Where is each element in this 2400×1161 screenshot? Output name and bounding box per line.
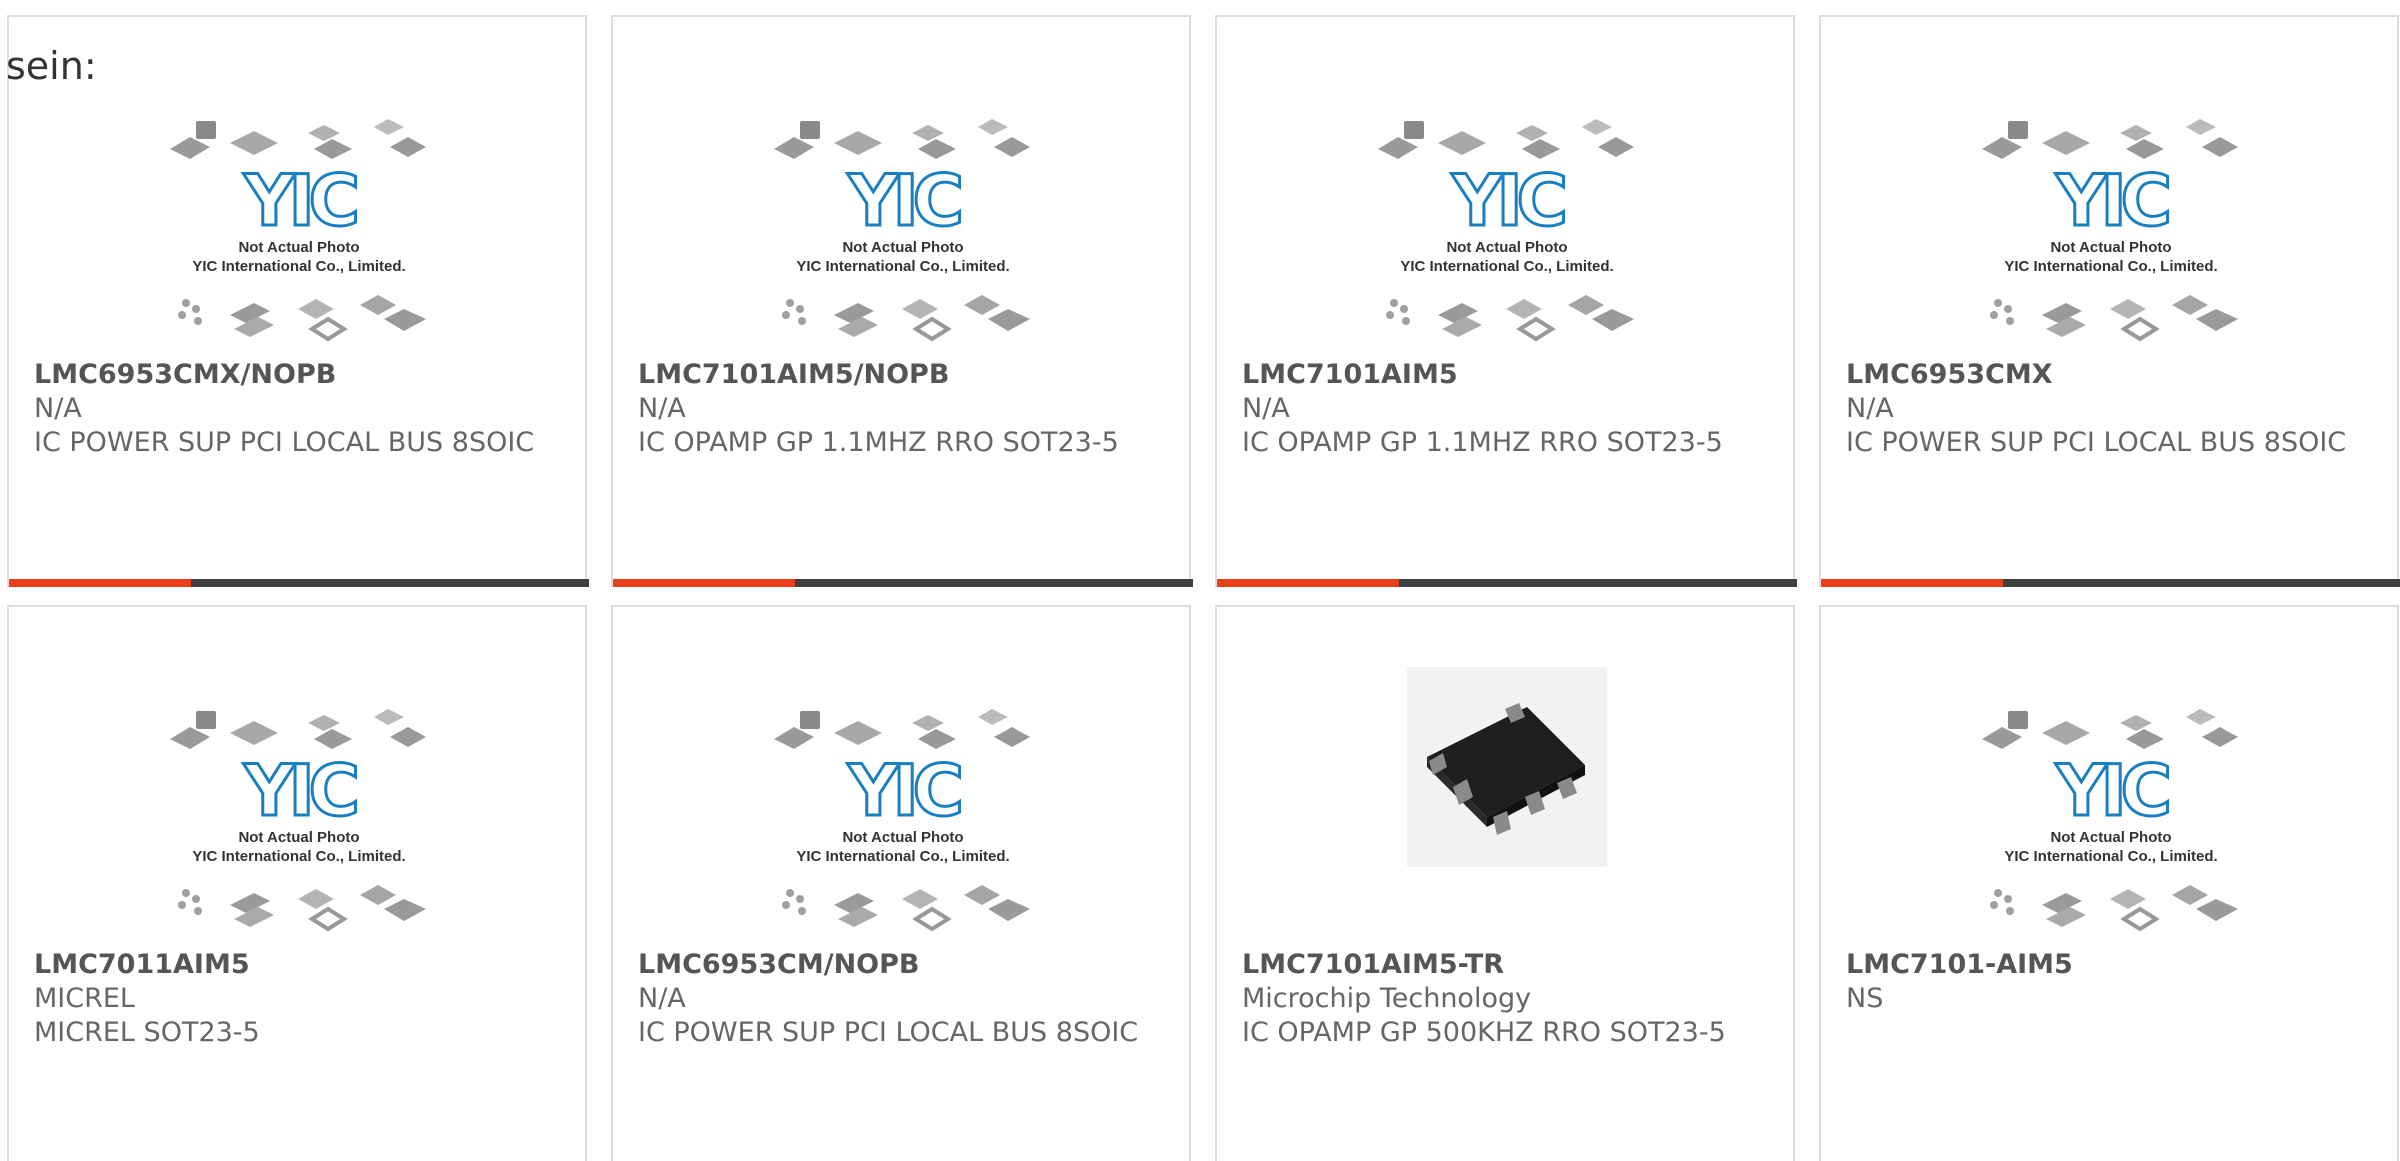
placeholder-image-icon: YIC Not Actual Photo YIC International C… <box>1982 709 2238 932</box>
svg-text:YIC: YIC <box>1451 160 1564 242</box>
svg-text:YIC: YIC <box>847 160 960 242</box>
svg-text:YIC International Co., Limited: YIC International Co., Limited. <box>2004 258 2217 275</box>
product-description: MICREL SOT23-5 <box>34 1017 260 1048</box>
product-description: IC POWER SUP PCI LOCAL BUS 8SOIC <box>638 1017 1139 1048</box>
svg-text:YIC International Co., Limited: YIC International Co., Limited. <box>1400 258 1613 275</box>
placeholder-image-icon: YIC Not Actual Photo YIC International C… <box>1378 119 1634 342</box>
product-card[interactable]: YIC Not Actual Photo YIC International C… <box>611 605 1191 1161</box>
product-card[interactable]: LMC7101AIM5-TR Microchip Technology IC OPA… <box>1215 605 1795 1161</box>
svg-text:YIC: YIC <box>243 160 356 242</box>
card-footer-bar <box>613 579 1193 587</box>
placeholder-image-icon: YIC Not Actual Photo YIC International C… <box>170 709 426 932</box>
product-part-number[interactable]: LMC7011AIM5 <box>34 949 250 980</box>
placeholder-image-icon: YIC Not Actual Photo YIC International C… <box>774 119 1030 342</box>
product-image[interactable]: YIC Not Actual Photo YIC International C… <box>1821 107 2400 342</box>
product-manufacturer: MICREL <box>34 983 135 1014</box>
card-footer-bar <box>1217 579 1797 587</box>
product-image[interactable]: YIC Not Actual Photo YIC International C… <box>613 107 1193 342</box>
product-manufacturer: N/A <box>638 983 686 1014</box>
svg-text:YIC: YIC <box>2055 750 2168 832</box>
product-manufacturer: N/A <box>34 393 82 424</box>
product-image[interactable]: YIC Not Actual Photo YIC International C… <box>613 697 1193 932</box>
product-grid-page: sein: YIC Not Actual Photo YIC Internati… <box>0 0 2400 1161</box>
product-image[interactable]: YIC Not Actual Photo YIC International C… <box>9 107 589 342</box>
card-footer-accent <box>1217 579 1399 587</box>
svg-text:YIC International Co., Limited: YIC International Co., Limited. <box>796 848 1009 865</box>
product-part-number[interactable]: LMC7101AIM5-TR <box>1242 949 1504 980</box>
product-part-number[interactable]: LMC7101AIM5 <box>1242 359 1458 390</box>
svg-text:YIC: YIC <box>847 750 960 832</box>
product-description: IC POWER SUP PCI LOCAL BUS 8SOIC <box>1846 427 2347 458</box>
placeholder-image-icon: YIC Not Actual Photo YIC International C… <box>1982 119 2238 342</box>
product-manufacturer: N/A <box>1242 393 1290 424</box>
product-image[interactable]: YIC Not Actual Photo YIC International C… <box>9 697 589 932</box>
product-manufacturer: N/A <box>638 393 686 424</box>
svg-text:Not Actual Photo: Not Actual Photo <box>1446 239 1567 256</box>
product-card[interactable]: YIC Not Actual Photo YIC International C… <box>1819 15 2400 587</box>
product-card[interactable]: YIC Not Actual Photo YIC International C… <box>611 15 1193 587</box>
product-image[interactable]: YIC Not Actual Photo YIC International C… <box>1821 697 2400 932</box>
svg-text:YIC International Co., Limited: YIC International Co., Limited. <box>192 848 405 865</box>
card-footer-accent <box>613 579 795 587</box>
product-part-number[interactable]: LMC6953CM/NOPB <box>638 949 920 980</box>
svg-text:YIC International Co., Limited: YIC International Co., Limited. <box>2004 848 2217 865</box>
product-image[interactable]: YIC Not Actual Photo YIC International C… <box>1217 107 1797 342</box>
product-card[interactable]: YIC Not Actual Photo YIC International C… <box>1819 605 2399 1161</box>
product-part-number[interactable]: LMC7101-AIM5 <box>1846 949 2073 980</box>
svg-text:Not Actual Photo: Not Actual Photo <box>238 239 359 256</box>
card-footer-bar <box>1821 579 2400 587</box>
card-footer-accent <box>9 579 191 587</box>
placeholder-image-icon: YIC Not Actual Photo YIC International C… <box>774 709 1030 932</box>
product-description: IC OPAMP GP 1.1MHZ RRO SOT23-5 <box>1242 427 1723 458</box>
placeholder-image-icon: YIC Not Actual Photo YIC International C… <box>170 119 426 342</box>
product-description: IC OPAMP GP 1.1MHZ RRO SOT23-5 <box>638 427 1119 458</box>
svg-text:YIC International Co., Limited: YIC International Co., Limited. <box>192 258 405 275</box>
svg-text:YIC: YIC <box>2055 160 2168 242</box>
product-card[interactable]: YIC Not Actual Photo YIC International C… <box>1215 15 1797 587</box>
product-manufacturer: NS <box>1846 983 1884 1014</box>
product-card[interactable]: YIC Not Actual Photo YIC International C… <box>7 15 589 587</box>
svg-text:Not Actual Photo: Not Actual Photo <box>2050 239 2171 256</box>
svg-text:YIC International Co., Limited: YIC International Co., Limited. <box>796 258 1009 275</box>
product-manufacturer: Microchip Technology <box>1242 983 1532 1014</box>
svg-text:YIC: YIC <box>243 750 356 832</box>
svg-text:Not Actual Photo: Not Actual Photo <box>2050 829 2171 846</box>
product-part-number[interactable]: LMC7101AIM5/NOPB <box>638 359 949 390</box>
product-card[interactable]: YIC Not Actual Photo YIC International C… <box>7 605 587 1161</box>
card-footer-bar <box>9 579 589 587</box>
svg-text:Not Actual Photo: Not Actual Photo <box>842 829 963 846</box>
product-part-number[interactable]: LMC6953CMX <box>1846 359 2053 390</box>
svg-text:Not Actual Photo: Not Actual Photo <box>842 239 963 256</box>
intro-text: sein: <box>6 44 97 88</box>
product-description: IC POWER SUP PCI LOCAL BUS 8SOIC <box>34 427 535 458</box>
product-part-number[interactable]: LMC6953CMX/NOPB <box>34 359 336 390</box>
product-image[interactable] <box>1217 667 1797 897</box>
product-description: IC OPAMP GP 500KHZ RRO SOT23-5 <box>1242 1017 1726 1048</box>
product-manufacturer: N/A <box>1846 393 1894 424</box>
card-footer-accent <box>1821 579 2003 587</box>
svg-text:Not Actual Photo: Not Actual Photo <box>238 829 359 846</box>
sot23-chip-photo-icon <box>1407 667 1607 867</box>
